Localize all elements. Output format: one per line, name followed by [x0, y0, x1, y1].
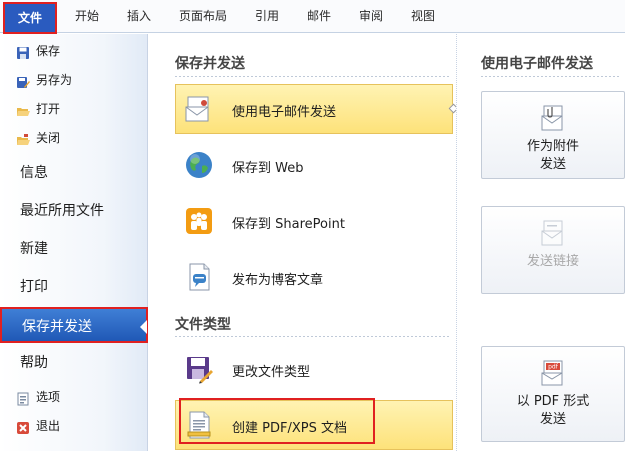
open-icon	[16, 102, 30, 116]
tab-view[interactable]: 视图	[408, 0, 438, 33]
nav-help[interactable]: 帮助	[0, 345, 148, 381]
pdf-icon: pdf	[539, 359, 567, 389]
exit-command[interactable]: 退出	[16, 414, 60, 438]
send-as-attachment-line2: 发送	[539, 157, 566, 172]
option-send-email-label: 使用电子邮件发送	[232, 105, 337, 120]
email-doc-icon	[184, 94, 214, 124]
link-icon	[539, 219, 567, 249]
option-save-to-sharepoint-label: 保存到 SharePoint	[232, 217, 345, 232]
tab-mailings[interactable]: 邮件	[304, 0, 334, 33]
nav-print[interactable]: 打印	[0, 269, 148, 305]
send-link-label: 发送链接	[526, 254, 579, 269]
nav-save-and-send-label: 保存并发送	[22, 319, 92, 335]
option-publish-blog[interactable]: 发布为博客文章	[175, 252, 453, 302]
blog-icon	[184, 262, 214, 292]
saveas-command[interactable]: 另存为	[16, 68, 72, 92]
option-change-file-type[interactable]: 更改文件类型	[175, 344, 453, 394]
sharepoint-icon	[184, 206, 214, 236]
pane-title: 使用电子邮件发送	[481, 56, 593, 72]
open-label: 打开	[36, 102, 61, 116]
option-create-pdf-xps-label: 创建 PDF/XPS 文档	[232, 421, 347, 436]
exit-icon	[16, 419, 30, 434]
save-label: 保存	[36, 44, 61, 58]
globe-icon	[184, 150, 214, 180]
option-save-to-web[interactable]: 保存到 Web	[175, 140, 453, 190]
nav-save-and-send[interactable]: 保存并发送	[0, 307, 148, 343]
option-save-to-web-label: 保存到 Web	[232, 161, 304, 176]
svg-text:pdf: pdf	[548, 364, 559, 371]
nav-recent[interactable]: 最近所用文件	[0, 193, 148, 229]
backstage-nav: 保存 另存为 打开 关闭 信息 最近所用文件 新建 打印 保存并发送 帮助 选项…	[0, 34, 148, 451]
saveas-label: 另存为	[36, 73, 73, 87]
close-command[interactable]: 关闭	[16, 126, 60, 150]
option-send-email[interactable]: 使用电子邮件发送	[175, 84, 459, 134]
options-command[interactable]: 选项	[16, 385, 60, 409]
section-divider	[481, 76, 621, 77]
close-label: 关闭	[36, 131, 61, 145]
option-change-file-type-label: 更改文件类型	[232, 365, 311, 380]
email-send-pane: 使用电子邮件发送 作为附件 发送 发送链接 pdf 以 PDF 形式 发送	[456, 34, 625, 451]
tab-insert[interactable]: 插入	[124, 0, 154, 33]
save-command[interactable]: 保存	[16, 39, 60, 63]
option-publish-blog-label: 发布为博客文章	[232, 273, 324, 288]
save-and-send-pane: 保存并发送 使用电子邮件发送 保存到 Web 保存到 SharePoint 发布…	[149, 34, 459, 451]
nav-info[interactable]: 信息	[0, 155, 148, 191]
tab-review[interactable]: 审阅	[356, 0, 386, 33]
selected-arrow-icon	[140, 320, 147, 334]
section-title-save-send: 保存并发送	[175, 56, 245, 72]
options-icon	[16, 390, 30, 405]
saveas-icon	[16, 73, 30, 88]
tab-home[interactable]: 开始	[72, 0, 102, 33]
send-as-pdf-line1: 以 PDF 形式	[516, 394, 590, 409]
pdf-doc-icon	[184, 410, 214, 440]
attachment-icon	[539, 104, 567, 134]
send-as-attachment-button[interactable]: 作为附件 发送	[481, 91, 625, 179]
section-title-file-types: 文件类型	[175, 317, 231, 333]
nav-new[interactable]: 新建	[0, 231, 148, 267]
tab-file[interactable]: 文件	[3, 2, 57, 34]
exit-label: 退出	[36, 419, 61, 433]
close-icon	[16, 131, 30, 145]
section-divider	[175, 76, 451, 77]
section-divider	[175, 336, 451, 337]
tab-references[interactable]: 引用	[252, 0, 282, 33]
ribbon-tab-bar: 文件 开始 插入 页面布局 引用 邮件 审阅 视图	[0, 0, 625, 34]
send-as-pdf-button[interactable]: pdf 以 PDF 形式 发送	[481, 346, 625, 442]
option-create-pdf-xps[interactable]: 创建 PDF/XPS 文档	[175, 400, 453, 450]
options-label: 选项	[36, 390, 61, 404]
send-as-pdf-line2: 发送	[539, 412, 566, 427]
change-filetype-icon	[184, 354, 214, 384]
save-icon	[16, 44, 30, 59]
tab-page-layout[interactable]: 页面布局	[176, 0, 230, 33]
send-link-button[interactable]: 发送链接	[481, 206, 625, 294]
option-save-to-sharepoint[interactable]: 保存到 SharePoint	[175, 196, 453, 246]
open-command[interactable]: 打开	[16, 97, 60, 121]
send-as-attachment-line1: 作为附件	[526, 139, 579, 154]
